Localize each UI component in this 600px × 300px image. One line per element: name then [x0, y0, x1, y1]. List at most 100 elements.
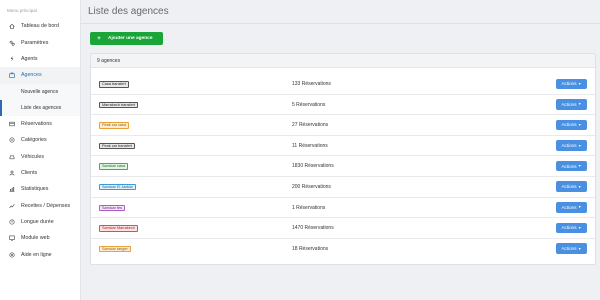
agency-row: Samicar tanger 18 Réservations Actions ▼ [91, 239, 595, 260]
agency-row: Samicar El Jadida 200 Réservations Actions… [91, 177, 595, 198]
agency-name-badge[interactable]: Samicar fes [99, 204, 126, 212]
submenu-agency-list[interactable]: Liste des agences [0, 99, 80, 116]
actions-label: Actions [561, 225, 577, 231]
caret-down-icon: ▼ [578, 122, 582, 127]
agent-icon [8, 55, 15, 62]
sidebar-item-agency[interactable]: Agences [0, 67, 80, 84]
agency-name-badge[interactable]: Samicar Marrakech [99, 225, 138, 232]
reservations-count: 1830 Réservations [292, 163, 334, 170]
add-agency-label: Ajouter une agence [108, 36, 153, 41]
sidebar-item-label: Module web [21, 235, 50, 242]
sidebar: Menu principal Tableau de bord Paramètres… [0, 0, 81, 300]
sidebar-item-settings[interactable]: Paramètres [0, 34, 80, 50]
sidebar-item-clients[interactable]: Clients [0, 165, 80, 181]
add-agency-button[interactable]: + Ajouter une agence [90, 32, 163, 45]
sidebar-item-web[interactable]: Module web [0, 230, 80, 246]
agency-name-badge[interactable]: Samicar El Jadida [99, 183, 136, 191]
actions-dropdown-button[interactable]: Actions ▼ [556, 222, 587, 234]
agency-name-badge[interactable]: Samicar tanger [99, 245, 131, 253]
sidebar-item-car[interactable]: Véhicules [0, 148, 80, 164]
car-icon [8, 153, 15, 160]
plus-icon: + [97, 35, 101, 42]
actions-dropdown-button[interactable]: Actions ▼ [556, 78, 587, 89]
sidebar-item-label: Paramètres [21, 39, 49, 46]
agency-row: Samicar Marrakech 1470 Réservations Action… [91, 218, 595, 239]
caret-down-icon: ▼ [578, 246, 582, 251]
sidebar-item-label: Catégories [21, 137, 47, 144]
web-icon [8, 235, 15, 242]
title-divider [81, 23, 600, 24]
caret-down-icon: ▼ [578, 184, 582, 189]
caret-down-icon: ▼ [578, 102, 582, 107]
agency-name-badge[interactable]: Marrakech transfert [99, 101, 138, 109]
sidebar-item-label: Aide en ligne [21, 251, 52, 258]
reservations-count: 200 Réservations [292, 183, 331, 190]
caret-down-icon: ▼ [578, 164, 582, 169]
agency-name-badge[interactable]: Samicar casa [99, 163, 129, 170]
reservations-count: 5 Réservations [292, 101, 326, 108]
chart-icon [8, 186, 15, 193]
categories-icon [8, 137, 15, 144]
sidebar-item-label: Recettes / Dépenses [21, 202, 71, 209]
sidebar-item-agent[interactable]: Agents [0, 51, 80, 67]
agency-row: Peak car casa 27 Réservations Actions ▼ [91, 115, 595, 136]
finance-icon [8, 202, 15, 209]
sidebar-item-label: Longue durée [21, 219, 54, 226]
sidebar-item-label: Véhicules [21, 153, 44, 160]
agencies-list: Casa transfert 133 Réservations Actions ▼ Ma… [91, 74, 595, 259]
actions-label: Actions [561, 204, 577, 210]
agencies-panel: 9 agences Casa transfert 133 Réservations… [90, 53, 596, 265]
sidebar-item-label: Agents [21, 55, 38, 62]
sidebar-item-label: Statistiques [21, 186, 49, 193]
actions-label: Actions [561, 184, 577, 190]
reservations-count: 27 Réservations [292, 122, 329, 129]
agences-submenu: Nouvelle agence Liste des agences [0, 83, 80, 116]
agencies-count: 9 agences [91, 54, 595, 68]
actions-dropdown-button[interactable]: Actions ▼ [556, 181, 587, 192]
reservations-count: 1470 Réservations [292, 225, 334, 232]
menu-title: Menu principal [7, 8, 37, 13]
actions-dropdown-button[interactable]: Actions ▼ [556, 119, 587, 131]
sidebar-item-finance[interactable]: Recettes / Dépenses [0, 198, 80, 214]
sidebar-item-reservations[interactable]: Réservations [0, 116, 80, 132]
actions-label: Actions [561, 163, 577, 169]
agency-icon [8, 72, 15, 79]
agency-row: Casa transfert 133 Réservations Actions ▼ [91, 74, 595, 95]
actions-dropdown-button[interactable]: Actions ▼ [556, 160, 587, 172]
clients-icon [8, 169, 15, 176]
reservations-icon [8, 120, 15, 127]
agency-row: Peak car transfert 11 Réservations Actions… [91, 136, 595, 157]
agency-row: Samicar fes 1 Réservations Actions ▼ [91, 198, 595, 219]
actions-dropdown-button[interactable]: Actions ▼ [556, 140, 587, 151]
actions-dropdown-button[interactable]: Actions ▼ [556, 99, 587, 110]
sidebar-item-label: Tableau de bord [21, 23, 59, 30]
sidebar-item-label: Clients [21, 169, 38, 176]
caret-down-icon: ▼ [578, 205, 582, 210]
agency-row: Samicar casa 1830 Réservations Actions ▼ [91, 156, 595, 177]
actions-label: Actions [561, 246, 577, 251]
reservations-count: 1 Réservations [292, 204, 326, 211]
sidebar-item-chart[interactable]: Statistiques [0, 181, 80, 197]
sidebar-item-home[interactable]: Tableau de bord [0, 18, 80, 34]
help-icon [8, 251, 15, 258]
caret-down-icon: ▼ [578, 81, 582, 86]
actions-label: Actions [561, 122, 577, 128]
settings-icon [8, 39, 15, 46]
actions-dropdown-button[interactable]: Actions ▼ [556, 243, 587, 254]
clock-icon [8, 219, 15, 226]
agency-name-badge[interactable]: Peak car transfert [99, 142, 135, 150]
actions-label: Actions [561, 143, 577, 149]
home-icon [8, 23, 15, 30]
agency-name-badge[interactable]: Peak car casa [99, 122, 130, 129]
sidebar-item-help[interactable]: Aide en ligne [0, 247, 80, 263]
actions-dropdown-button[interactable]: Actions ▼ [556, 202, 587, 213]
page-title: Liste des agences [88, 6, 169, 17]
agency-row: Marrakech transfert 5 Réservations Actions… [91, 95, 595, 116]
sidebar-nav: Tableau de bord Paramètres Agents Agences No… [0, 18, 80, 263]
actions-label: Actions [561, 101, 577, 107]
sidebar-item-categories[interactable]: Catégories [0, 132, 80, 148]
submenu-new-agency[interactable]: Nouvelle agence [0, 84, 80, 100]
agency-name-badge[interactable]: Casa transfert [99, 81, 129, 88]
main-content: Liste des agences + Ajouter une agence 9… [81, 0, 600, 300]
sidebar-item-clock[interactable]: Longue durée [0, 214, 80, 230]
